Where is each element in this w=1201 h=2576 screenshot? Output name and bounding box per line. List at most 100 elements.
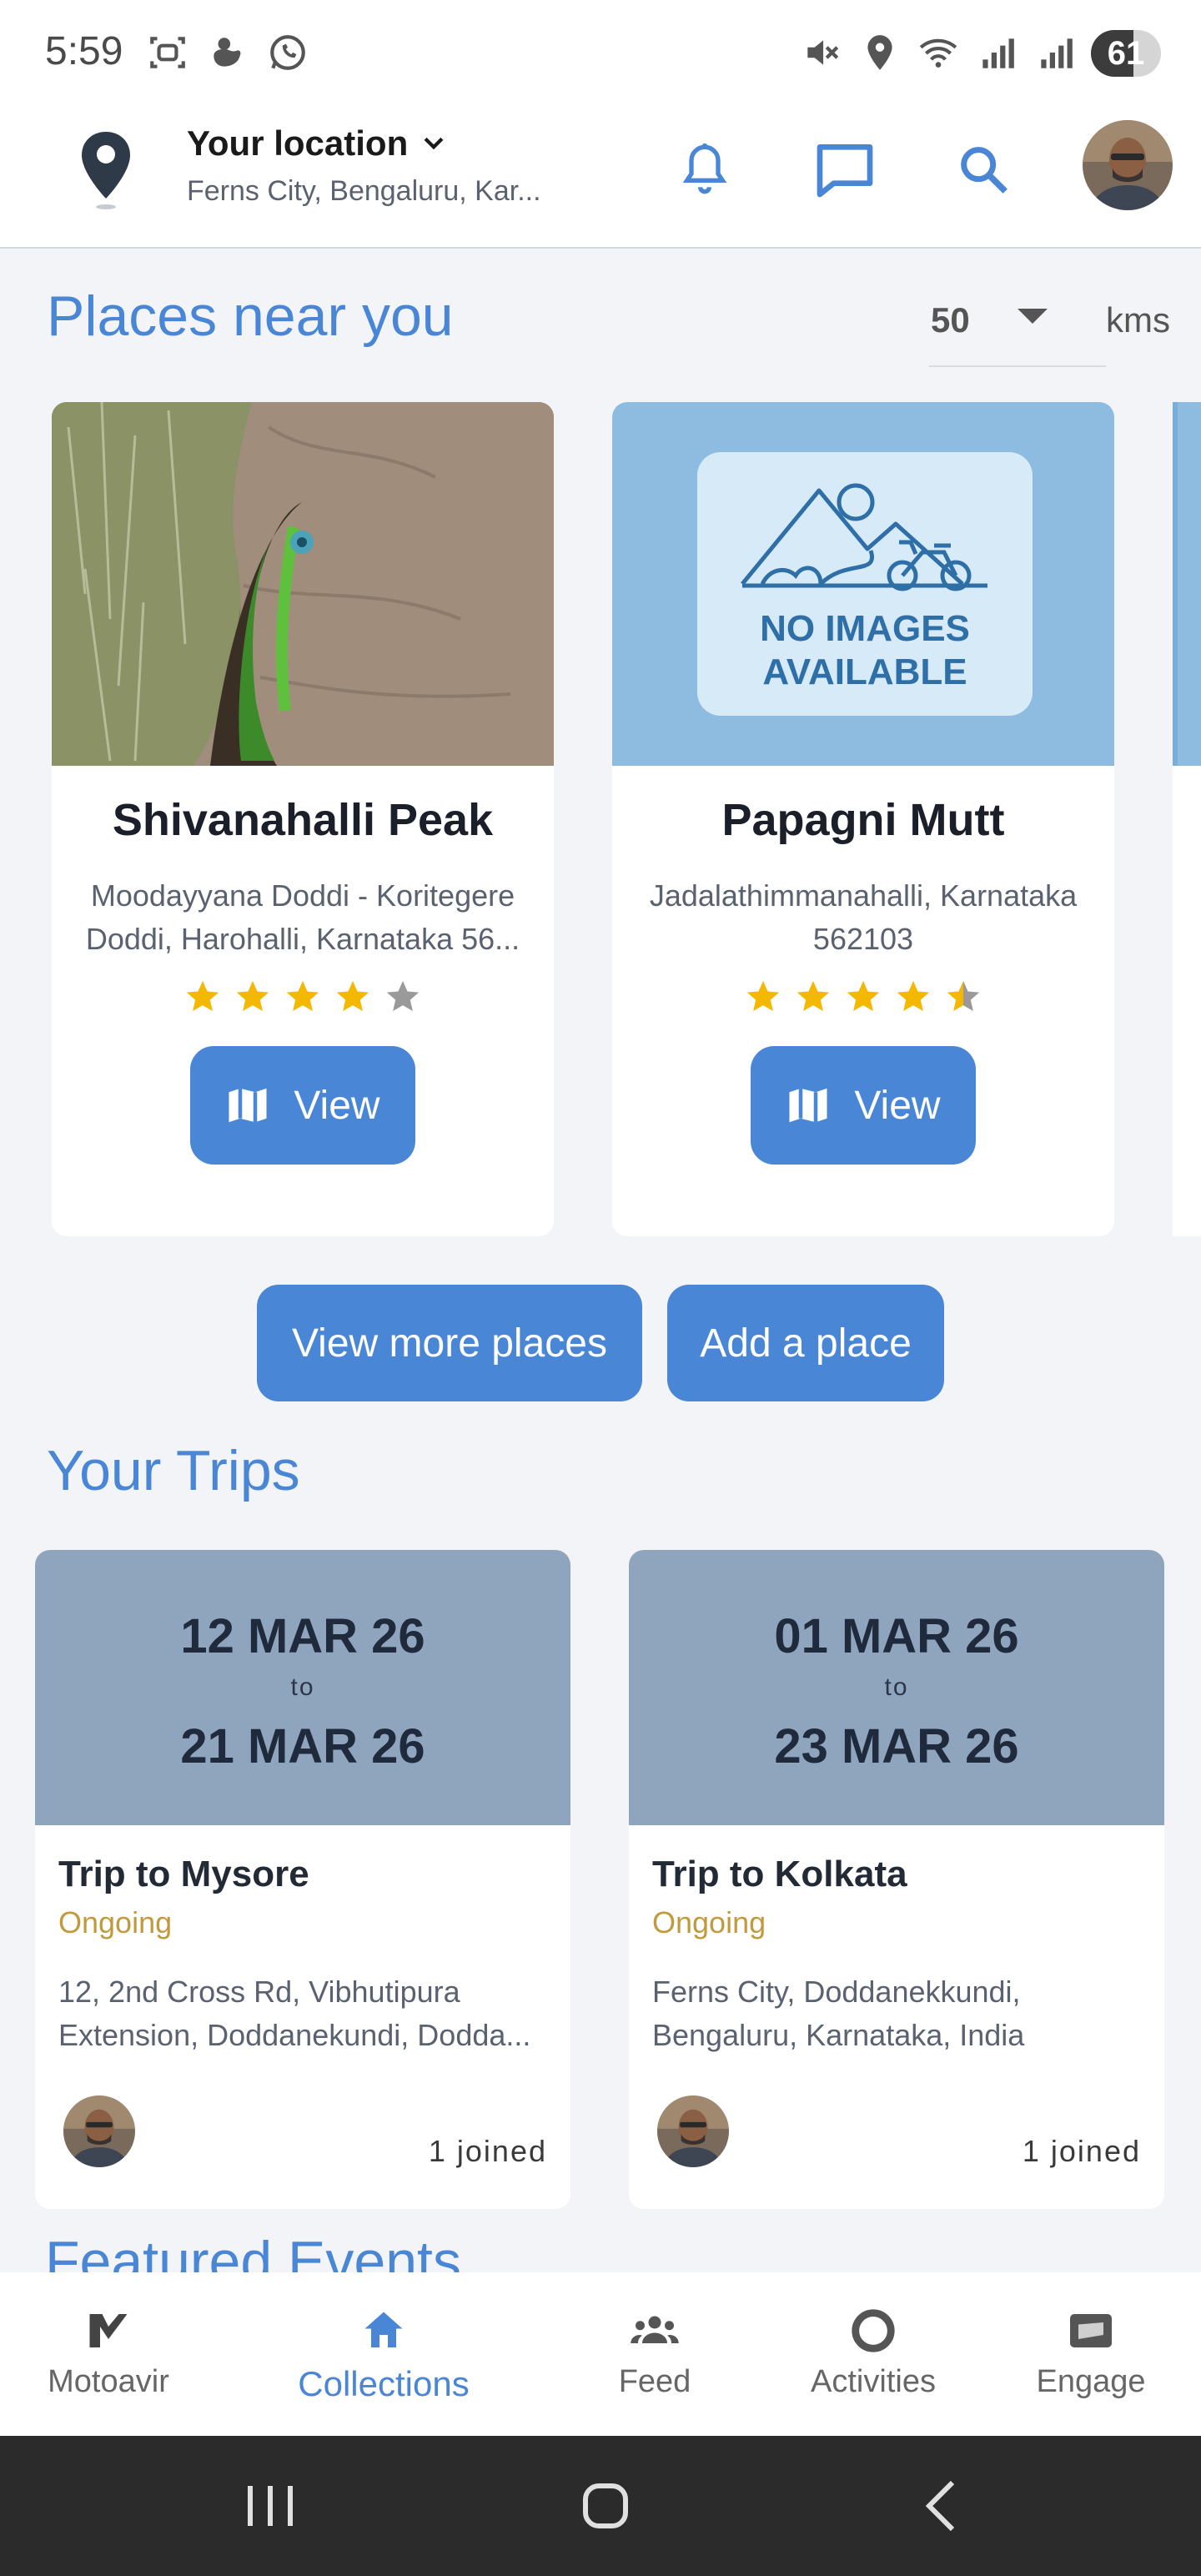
- trip-member-avatar: [657, 2096, 729, 2167]
- nav-item-collections[interactable]: Collections: [267, 2272, 500, 2436]
- system-nav-bar: [0, 2436, 1201, 2576]
- avatar-image: [1083, 120, 1173, 210]
- place-card[interactable]: NO IMAGES AVAILABLE Papagni Mutt Jadalat…: [612, 402, 1114, 1236]
- trip-start-date: 01 MAR 26: [774, 1609, 1019, 1663]
- status-left-icons: [147, 32, 309, 73]
- nav-item-engage[interactable]: Engage: [1018, 2272, 1164, 2436]
- location-subtitle: Ferns City, Bengaluru, Kar...: [187, 175, 541, 207]
- status-bar: 5:59 61: [0, 0, 1201, 107]
- trip-date-separator: to: [290, 1673, 315, 1701]
- nav-label: Activities: [811, 2364, 936, 2399]
- trip-member-avatar: [63, 2096, 135, 2167]
- trips-section-title: Your Trips: [47, 1439, 300, 1502]
- place-address: Moodayyana Doddi - Koritegere Doddi, Har…: [85, 878, 520, 956]
- chat-icon: [817, 144, 873, 198]
- place-image: [52, 402, 554, 766]
- trip-status: Ongoing: [58, 1905, 173, 1940]
- trip-dates: 01 MAR 26 to 23 MAR 26: [629, 1550, 1164, 1825]
- no-image-placeholder: NO IMAGES AVAILABLE: [612, 402, 1114, 766]
- star-icon: [847, 980, 880, 1012]
- star-icon: [947, 980, 980, 1012]
- location-pin-icon: [82, 132, 130, 209]
- trip-start-date: 12 MAR 26: [180, 1609, 425, 1663]
- view-place-button[interactable]: View: [190, 1046, 415, 1165]
- view-place-button[interactable]: View: [751, 1046, 976, 1165]
- nav-item-motoavir[interactable]: Motoavir: [33, 2272, 183, 2436]
- wifi-icon: [919, 38, 957, 68]
- distance-value: 50: [931, 300, 970, 340]
- trip-name: Trip to Mysore: [58, 1854, 309, 1894]
- search-icon: [961, 147, 1008, 194]
- trip-date-separator: to: [884, 1673, 909, 1701]
- trip-card[interactable]: 12 MAR 26 to 21 MAR 26 Trip to Mysore On…: [35, 1550, 570, 2209]
- star-icon: [746, 980, 780, 1012]
- battery-indicator: 61: [1091, 30, 1161, 77]
- recent-apps-icon[interactable]: [237, 2473, 304, 2539]
- place-address: Jadalathimmanahalli, Karnataka 562103: [649, 878, 1078, 956]
- battery-level: 61: [1107, 35, 1145, 72]
- no-image-badge: NO IMAGES AVAILABLE: [697, 452, 1033, 716]
- view-button-label: View: [854, 1083, 941, 1128]
- trip-end-date: 21 MAR 26: [180, 1719, 425, 1774]
- rating-stars: [52, 978, 554, 1016]
- add-place-button[interactable]: Add a place: [667, 1285, 944, 1401]
- star-icon: [286, 980, 319, 1012]
- nav-item-activities[interactable]: Activities: [784, 2272, 962, 2436]
- avatar-image: [63, 2096, 135, 2167]
- star-icon: [186, 980, 219, 1012]
- location-title: Your location: [187, 123, 409, 163]
- trip-end-date: 23 MAR 26: [774, 1719, 1019, 1774]
- trip-name: Trip to Kolkata: [652, 1854, 907, 1894]
- star-icon: [386, 980, 420, 1012]
- back-icon[interactable]: [909, 2473, 976, 2539]
- messages-button[interactable]: [807, 132, 882, 207]
- app-header: Your location Ferns City, Bengaluru, Kar…: [0, 107, 1201, 249]
- place-card[interactable]: Shivanahalli Peak Moodayyana Doddi - Kor…: [52, 402, 554, 1236]
- mountain-motorbike-icon: [741, 483, 987, 591]
- duck-icon: [214, 38, 241, 67]
- next-place-card-peek[interactable]: [1173, 402, 1201, 766]
- place-name: Papagni Mutt: [721, 795, 1005, 845]
- map-icon: [229, 1088, 267, 1123]
- trip-joined-count: 1 joined: [428, 2134, 547, 2168]
- rating-stars: [612, 978, 1114, 1016]
- signal-icon-2: [1041, 38, 1073, 68]
- view-button-label: View: [294, 1083, 380, 1128]
- star-icon: [897, 980, 930, 1012]
- status-time: 5:59: [45, 29, 123, 73]
- circle-icon: [852, 2309, 895, 2352]
- trip-status: Ongoing: [652, 1905, 766, 1940]
- screenshot-icon: [150, 37, 185, 68]
- whatsapp-icon: [270, 35, 305, 70]
- distance-select[interactable]: 50: [929, 284, 1106, 367]
- location-status-icon: [867, 35, 892, 70]
- nav-item-feed[interactable]: Feed: [584, 2272, 726, 2436]
- map-icon: [789, 1088, 827, 1123]
- avatar-image: [657, 2096, 729, 2167]
- home-button-icon[interactable]: [572, 2473, 639, 2539]
- location-selector[interactable]: Your location: [187, 123, 448, 164]
- next-place-card-peek-body: [1173, 766, 1201, 1236]
- distance-unit: kms: [1106, 300, 1170, 340]
- engage-icon: [1070, 2314, 1112, 2347]
- caret-down-icon: [1018, 309, 1048, 324]
- bottom-nav: Motoavir Collections Feed Activities Eng…: [0, 2272, 1201, 2436]
- signal-icon-1: [982, 38, 1014, 68]
- nav-label: Feed: [618, 2364, 691, 2399]
- trip-address: 12, 2nd Cross Rd, Vibhutipura Extension,…: [58, 1975, 531, 2052]
- view-more-places-button[interactable]: View more places: [257, 1285, 642, 1401]
- trip-card[interactable]: 01 MAR 26 to 23 MAR 26 Trip to Kolkata O…: [629, 1550, 1164, 2209]
- notifications-button[interactable]: [667, 132, 742, 207]
- nav-label: Collections: [298, 2364, 470, 2403]
- star-icon: [336, 980, 369, 1012]
- search-button[interactable]: [946, 132, 1021, 207]
- trip-joined-count: 1 joined: [1022, 2134, 1141, 2168]
- profile-avatar[interactable]: [1083, 120, 1173, 210]
- motoavir-logo-icon: [89, 2314, 128, 2347]
- star-icon: [236, 980, 269, 1012]
- people-icon: [631, 2316, 679, 2343]
- place-name: Shivanahalli Peak: [112, 795, 494, 845]
- nav-label: Engage: [1036, 2364, 1146, 2399]
- no-image-text-2: AVAILABLE: [762, 652, 967, 692]
- nav-label: Motoavir: [48, 2364, 169, 2399]
